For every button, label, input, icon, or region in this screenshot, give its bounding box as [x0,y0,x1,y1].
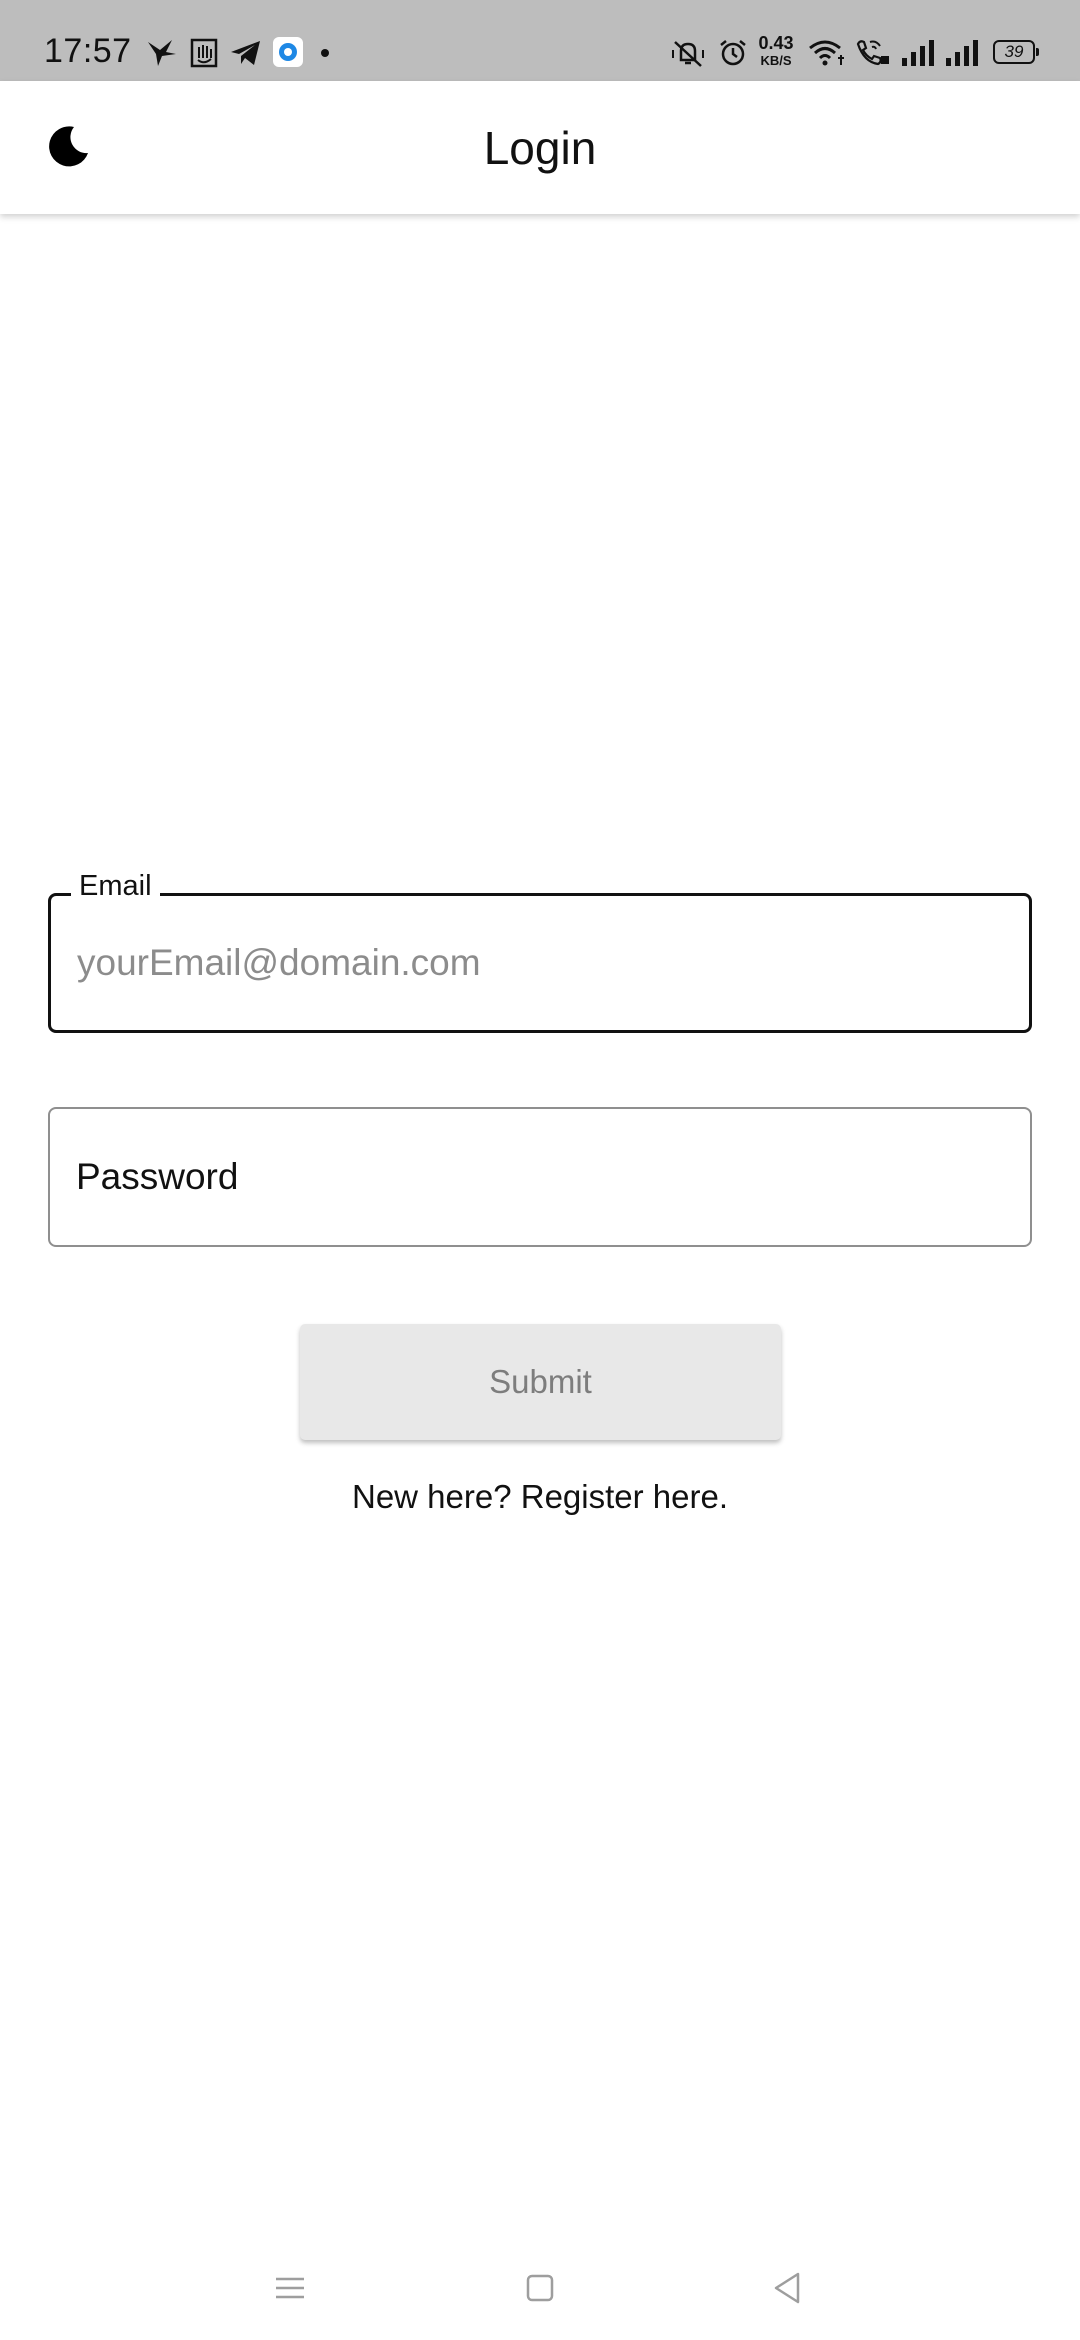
blue-app-icon [273,37,303,67]
home-square-icon[interactable] [518,2266,562,2310]
status-time: 17:57 [44,32,132,70]
telegram-icon [231,41,260,65]
bird-app-icon [148,40,176,66]
signal-icon-2 [946,40,978,66]
network-speed-value: 0.43 [758,33,794,53]
wifi-calling-icon [856,40,889,66]
dot-icon [321,49,329,57]
register-link[interactable]: New here? Register here. [0,1478,1080,1516]
network-speed: 0.43 KB/S [756,34,796,72]
network-speed-unit: KB/S [760,53,792,68]
app-bar: Login [0,81,1080,214]
system-nav-bar [0,2230,1080,2340]
submit-button[interactable]: Submit [300,1324,781,1440]
vibrate-mute-icon [672,41,704,67]
email-input[interactable] [77,896,1007,1030]
login-screen: 17:57 0.43 KB/S 39 Login Email yourEmail… [0,0,1080,2340]
password-input[interactable] [76,1109,1006,1245]
battery-indicator: 39 [993,40,1039,64]
page-title: Login [483,122,597,174]
status-bar: 17:57 0.43 KB/S 39 [0,0,1080,81]
password-field[interactable] [48,1107,1032,1247]
wifi-icon [809,40,844,66]
alarm-icon [720,40,746,66]
email-field[interactable]: Email [48,870,1032,1033]
signal-icon-1 [902,40,934,66]
hand-app-icon [190,38,218,68]
back-triangle-icon[interactable] [766,2266,810,2310]
menu-icon[interactable] [268,2266,312,2310]
